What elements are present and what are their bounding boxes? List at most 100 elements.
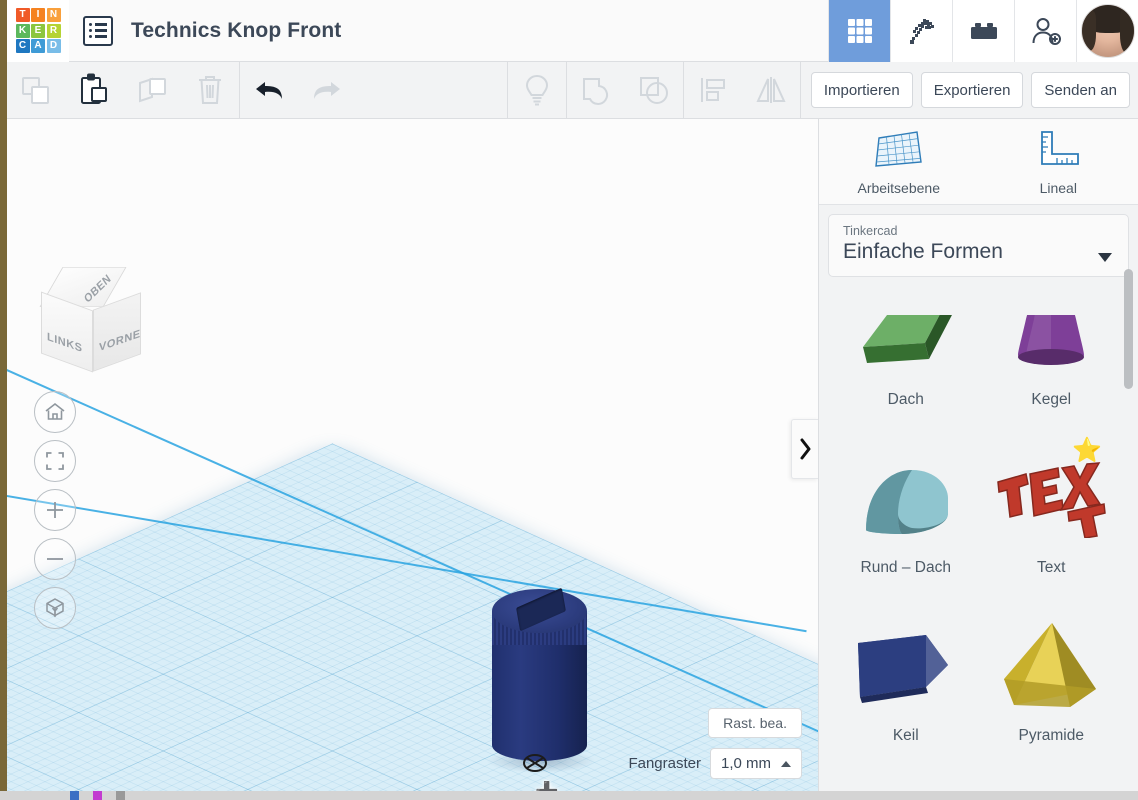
library-source-label: Tinkercad xyxy=(843,224,898,238)
shape-keil[interactable]: Keil xyxy=(833,589,979,757)
shape-gallery[interactable]: Dach Kegel Rund – Dach ⭐ Text Keil Pyramide xyxy=(819,315,1138,791)
ungroup-button[interactable] xyxy=(625,62,683,119)
perspective-toggle-button[interactable] xyxy=(34,587,76,629)
crosshair-cursor-icon: ➕ xyxy=(535,783,559,792)
shape-partial-right[interactable] xyxy=(979,757,1125,791)
chevron-right-icon xyxy=(800,438,810,460)
home-view-button[interactable] xyxy=(34,391,76,433)
duplicate-button[interactable] xyxy=(123,62,181,119)
paste-button[interactable] xyxy=(65,62,123,119)
export-button[interactable]: Exportieren xyxy=(920,72,1024,108)
shape-gallery-scrollbar[interactable] xyxy=(1124,269,1133,389)
zoom-out-button[interactable] xyxy=(34,538,76,580)
3d-canvas[interactable]: OBEN LINKS VORNE Rast. bea. Fangraster 1… xyxy=(7,119,818,791)
avatar-hair-right xyxy=(1119,9,1134,53)
snap-grid-value: 1,0 mm xyxy=(720,755,771,772)
logo-cell-r: R xyxy=(46,23,61,38)
lightbulb-icon xyxy=(525,74,548,106)
tinkercad-window: TINKERCAD Technics Knop Front Importiere… xyxy=(7,0,1138,791)
cube-perspective-icon xyxy=(46,598,64,617)
toolbar-text-buttons: Importieren Exportieren Senden an xyxy=(801,72,1138,108)
shape-label: Pyramide xyxy=(1018,727,1084,744)
origin-cross-icon xyxy=(526,757,544,769)
taskbar-icon[interactable] xyxy=(116,791,125,800)
shape-label: Keil xyxy=(892,727,919,744)
shape-rund-dach[interactable]: Rund – Dach xyxy=(833,421,979,589)
redo-arrow-icon xyxy=(314,82,340,99)
grid-view-button[interactable] xyxy=(828,0,890,62)
menu-row xyxy=(89,29,107,32)
shape-thumbnail xyxy=(991,613,1111,721)
shape-partial-left[interactable] xyxy=(833,757,979,791)
panel-collapse-toggle[interactable] xyxy=(791,419,818,479)
library-dropdown[interactable]: Tinkercad Einfache Formen xyxy=(828,214,1129,277)
plus-icon xyxy=(47,502,63,518)
duplicate-icon xyxy=(139,77,166,103)
logo-letter-grid: TIN KER CAD xyxy=(15,8,61,53)
snap-grid-label: Fangraster xyxy=(628,755,701,772)
undo-button[interactable] xyxy=(240,62,298,119)
shape-label: Kegel xyxy=(1031,391,1072,408)
view-cube[interactable]: OBEN LINKS VORNE xyxy=(37,255,141,375)
shape-pyramide[interactable]: Pyramide xyxy=(979,589,1125,757)
tinkercad-logo[interactable]: TIN KER CAD xyxy=(7,0,69,62)
group-shapes-icon xyxy=(582,78,608,105)
shape-dach[interactable]: Dach xyxy=(833,315,979,421)
page-title[interactable]: Technics Knop Front xyxy=(131,19,341,43)
align-button[interactable] xyxy=(684,62,742,119)
copy-button[interactable] xyxy=(7,62,65,119)
mirror-button[interactable] xyxy=(742,62,800,119)
invite-button[interactable] xyxy=(1014,0,1076,62)
logo-cell-i: I xyxy=(31,8,45,22)
snap-grid-row: Fangraster 1,0 mm xyxy=(628,748,802,779)
trash-icon xyxy=(199,76,221,104)
canvas-nav-buttons xyxy=(34,391,76,629)
import-button[interactable]: Importieren xyxy=(810,72,913,108)
workplane-tool[interactable]: Arbeitsebene xyxy=(819,119,979,204)
add-user-icon xyxy=(1032,18,1061,45)
os-taskbar[interactable] xyxy=(0,791,1138,800)
shape-thumbnail xyxy=(846,445,966,553)
taskbar-icon[interactable] xyxy=(93,791,102,800)
shape-text[interactable]: ⭐ Text xyxy=(979,421,1125,589)
fit-to-view-button[interactable] xyxy=(34,440,76,482)
shape-row: Dach Kegel xyxy=(833,315,1124,421)
group-button[interactable] xyxy=(567,62,625,119)
logo-cell-n: N xyxy=(46,8,61,22)
shape-label: Rund – Dach xyxy=(860,559,951,576)
app-header: TIN KER CAD Technics Knop Front xyxy=(7,0,1138,62)
logo-cell-a: A xyxy=(31,39,45,53)
workplane-tool-label: Arbeitsebene xyxy=(857,179,940,196)
shape-row: Rund – Dach ⭐ Text xyxy=(833,421,1124,589)
snap-grid-select[interactable]: 1,0 mm xyxy=(709,748,802,779)
delete-button[interactable] xyxy=(181,62,239,119)
pickaxe-icon xyxy=(909,19,934,44)
user-avatar[interactable] xyxy=(1076,0,1138,62)
redo-button[interactable] xyxy=(298,62,356,119)
ungroup-shapes-icon xyxy=(639,77,668,104)
shape-kegel[interactable]: Kegel xyxy=(979,315,1125,421)
taskbar-icon[interactable] xyxy=(70,791,79,800)
logo-cell-c: C xyxy=(15,39,30,53)
edit-grid-button[interactable]: Rast. bea. xyxy=(708,708,802,738)
home-icon xyxy=(45,402,65,420)
shape-thumbnail xyxy=(846,613,966,721)
object-top-face xyxy=(492,587,587,633)
shape-label: Dach xyxy=(887,391,924,408)
light-button[interactable] xyxy=(508,62,566,119)
list-menu-icon[interactable] xyxy=(83,15,113,46)
object-slot xyxy=(516,587,566,632)
logo-cell-e: E xyxy=(31,23,45,38)
minecraft-button[interactable] xyxy=(890,0,952,62)
shape-label: Text xyxy=(1037,559,1066,576)
snap-controls: Rast. bea. Fangraster 1,0 mm xyxy=(628,708,802,779)
blue-cylinder-knob[interactable] xyxy=(486,587,596,773)
taskbar-items xyxy=(0,791,125,800)
ruler-tool[interactable]: Lineal xyxy=(979,119,1138,204)
zoom-in-button[interactable] xyxy=(34,489,76,531)
shape-gallery-scroll: Dach Kegel Rund – Dach ⭐ Text Keil Pyramide xyxy=(819,315,1138,791)
send-to-button[interactable]: Senden an xyxy=(1031,72,1130,108)
blocks-button[interactable] xyxy=(952,0,1014,62)
header-actions xyxy=(828,0,1138,62)
fit-frame-icon xyxy=(46,452,64,470)
